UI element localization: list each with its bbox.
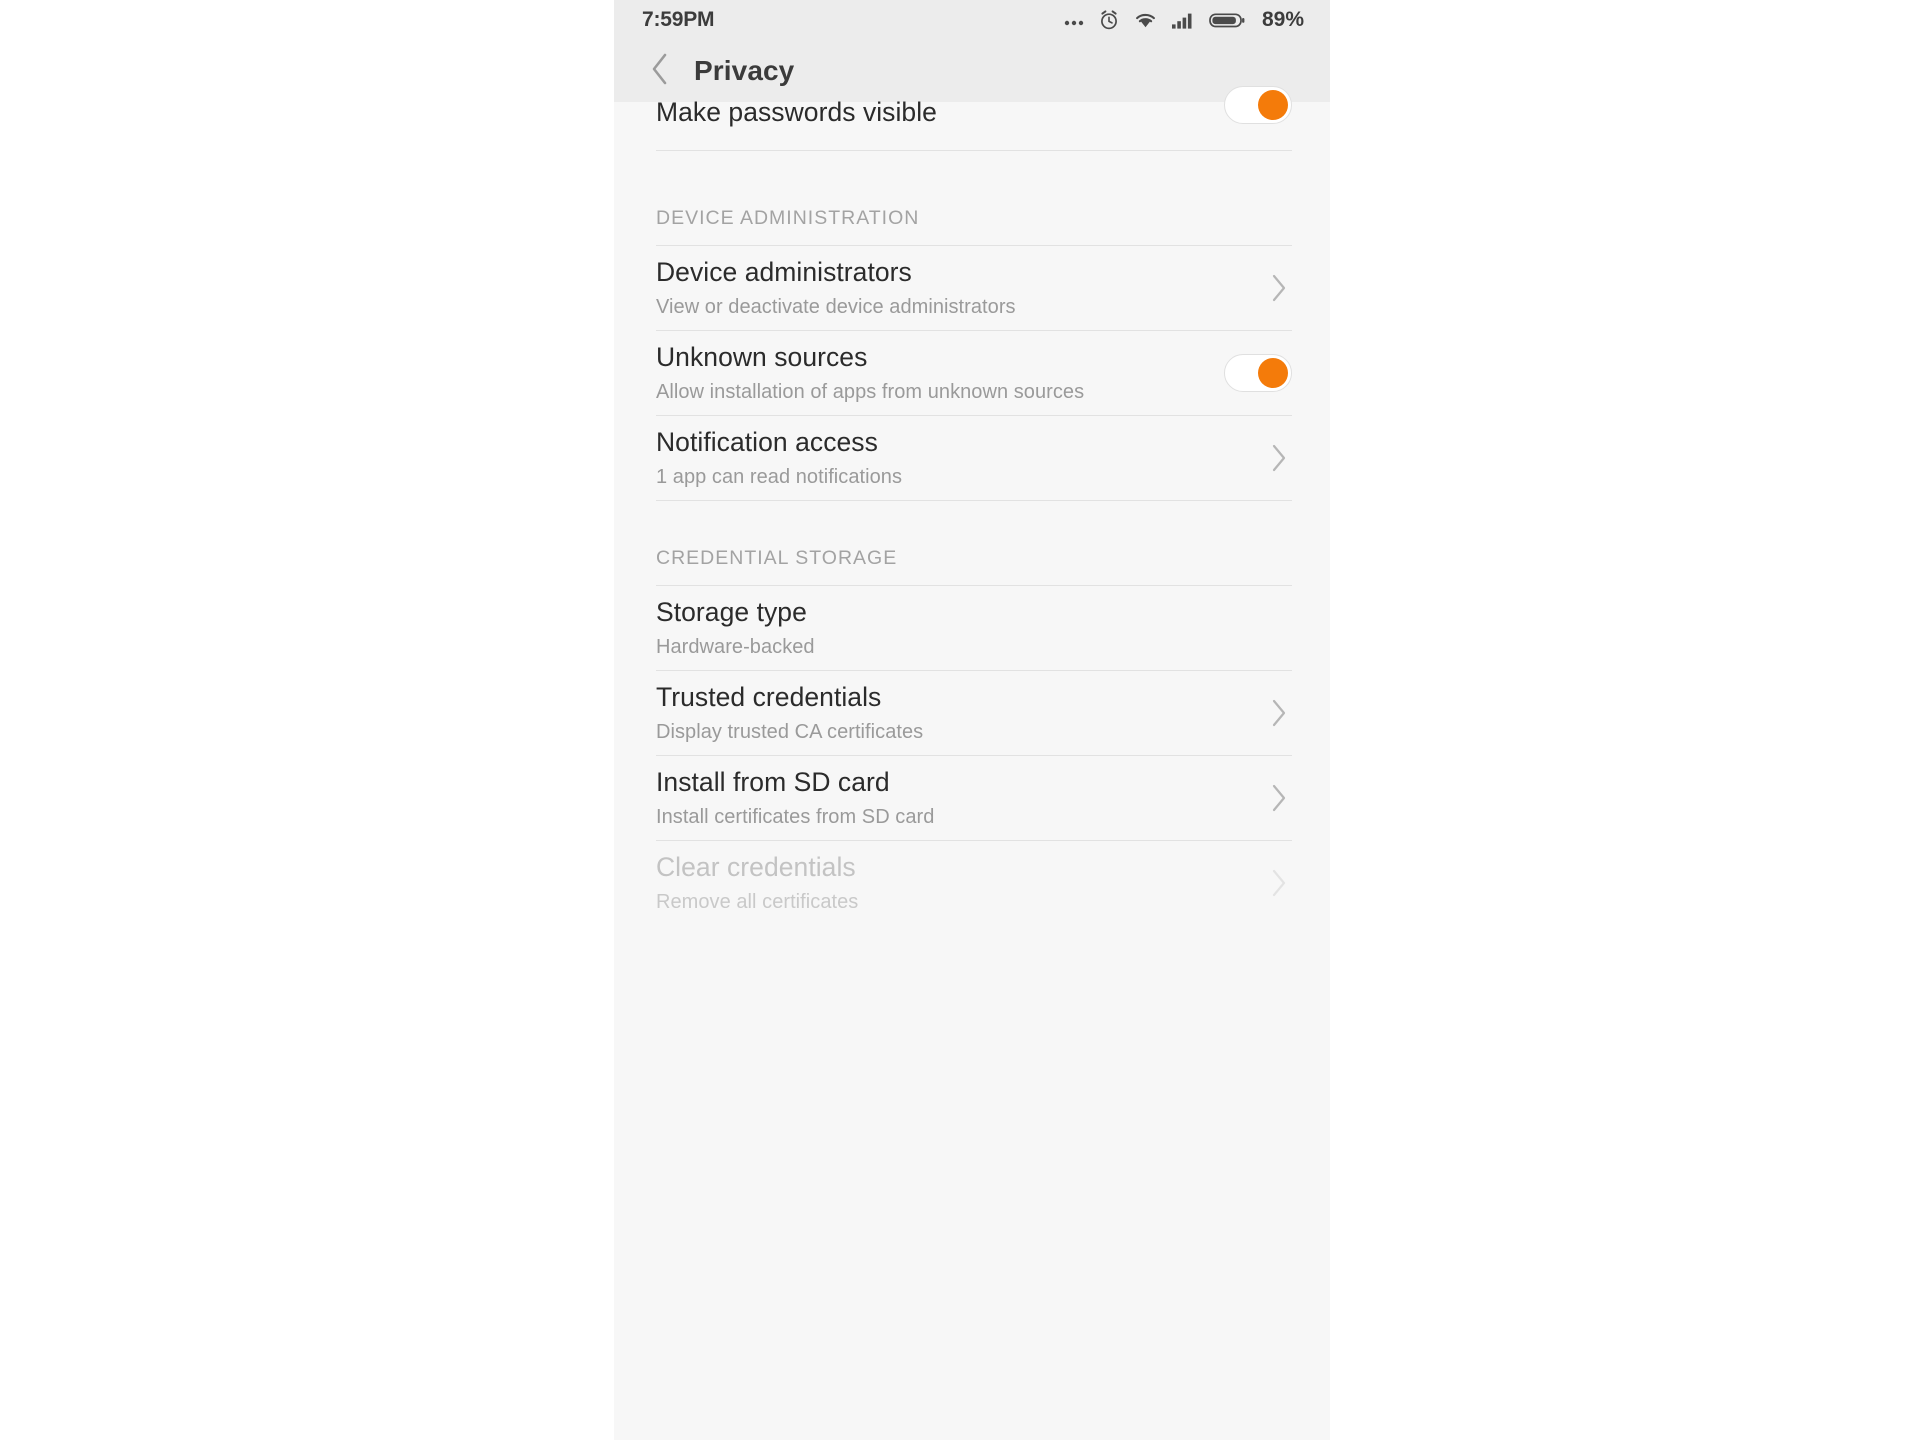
row-unknown-sources[interactable]: Unknown sources Allow installation of ap… <box>614 331 1330 415</box>
alarm-clock-icon <box>1098 9 1120 31</box>
row-subtitle: View or deactivate device administrators <box>656 296 1016 319</box>
row-subtitle: Allow installation of apps from unknown … <box>656 381 1085 404</box>
row-title: Clear credentials <box>656 852 856 883</box>
toggle-knob <box>1258 358 1288 388</box>
row-title: Install from SD card <box>656 767 890 798</box>
row-subtitle: Install certificates from SD card <box>656 806 935 829</box>
row-trusted-credentials[interactable]: Trusted credentials Display trusted CA c… <box>614 671 1330 755</box>
section-header-label: CREDENTIAL STORAGE <box>656 547 898 569</box>
signal-bars-icon <box>1171 10 1196 30</box>
row-title: Make passwords visible <box>656 97 937 127</box>
status-bar-clock: 7:59PM <box>642 8 715 31</box>
row-title: Trusted credentials <box>656 682 882 713</box>
section-credential-storage: CREDENTIAL STORAGE <box>614 547 1330 585</box>
chevron-right-icon <box>1266 865 1292 901</box>
row-clear-credentials: Clear credentials Remove all certificate… <box>614 841 1330 925</box>
phone-screen: 7:59PM 89% Privacy Make passwords visibl… <box>614 0 1330 1440</box>
chevron-right-icon <box>1266 440 1292 476</box>
section-header-label: DEVICE ADMINISTRATION <box>656 207 920 229</box>
row-install-from-sd-card[interactable]: Install from SD card Install certificate… <box>614 756 1330 840</box>
toggle-unknown-sources[interactable] <box>1224 354 1292 392</box>
back-button[interactable] <box>640 51 680 91</box>
row-subtitle: Remove all certificates <box>656 891 859 914</box>
chevron-right-icon <box>1266 695 1292 731</box>
row-title: Storage type <box>656 597 807 628</box>
page-title: Privacy <box>694 55 795 86</box>
row-subtitle: Hardware-backed <box>656 636 815 659</box>
section-device-administration: DEVICE ADMINISTRATION <box>614 207 1330 245</box>
screenshot-canvas: 7:59PM 89% Privacy Make passwords visibl… <box>0 0 1920 1440</box>
row-subtitle: Display trusted CA certificates <box>656 721 924 744</box>
more-dots-icon <box>1063 10 1085 30</box>
settings-list[interactable]: Make passwords visible DEVICE ADMINISTRA… <box>614 86 1330 1440</box>
row-notification-access[interactable]: Notification access 1 app can read notif… <box>614 416 1330 500</box>
row-title: Unknown sources <box>656 342 868 373</box>
wifi-icon <box>1133 10 1158 30</box>
chevron-right-icon <box>1266 780 1292 816</box>
battery-percent-label: 89% <box>1261 8 1304 31</box>
row-title: Device administrators <box>656 257 912 288</box>
chevron-left-icon <box>649 52 671 91</box>
chevron-right-icon <box>1266 270 1292 306</box>
row-storage-type[interactable]: Storage type Hardware-backed <box>614 586 1330 670</box>
battery-icon <box>1209 10 1247 30</box>
status-bar-icons: 89% <box>1063 8 1304 32</box>
row-device-administrators[interactable]: Device administrators View or deactivate… <box>614 246 1330 330</box>
toggle-make-passwords-visible[interactable] <box>1224 86 1292 124</box>
action-bar: Privacy <box>614 40 1330 102</box>
row-title: Notification access <box>656 427 878 458</box>
row-subtitle: 1 app can read notifications <box>656 466 903 489</box>
row-make-passwords-visible[interactable]: Make passwords visible <box>614 86 1330 150</box>
toggle-knob <box>1258 90 1288 120</box>
status-bar: 7:59PM 89% <box>614 0 1330 40</box>
